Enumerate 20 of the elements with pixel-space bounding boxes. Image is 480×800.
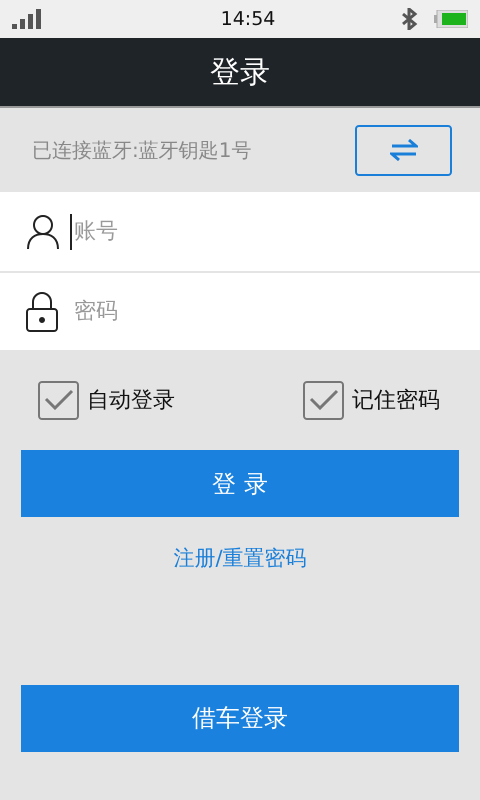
password-field[interactable]: 密码: [0, 273, 480, 350]
switch-button[interactable]: [355, 124, 452, 176]
checkbox-label: 记住密码: [352, 386, 440, 414]
battery-icon: [434, 10, 468, 28]
bluetooth-icon: [400, 8, 418, 30]
checkbox[interactable]: [303, 380, 344, 420]
checkbox[interactable]: [38, 380, 79, 420]
swap-icon: [390, 139, 418, 161]
user-icon: [26, 214, 60, 250]
lock-icon: [26, 292, 58, 332]
check-icon: [44, 389, 74, 411]
rent-login-button[interactable]: 借车登录: [21, 684, 459, 752]
checkbox-label: 自动登录: [87, 386, 175, 414]
register-link[interactable]: 注册/重置密码: [173, 543, 307, 574]
check-icon: [308, 389, 338, 411]
window-title: 登录: [210, 54, 270, 92]
account-field[interactable]: 账号: [0, 192, 480, 271]
bluetooth-status: 已连接蓝牙:蓝牙钥匙1号: [32, 137, 252, 164]
login-button[interactable]: 登 录: [21, 450, 459, 517]
clock-time: 14:54: [220, 6, 276, 32]
